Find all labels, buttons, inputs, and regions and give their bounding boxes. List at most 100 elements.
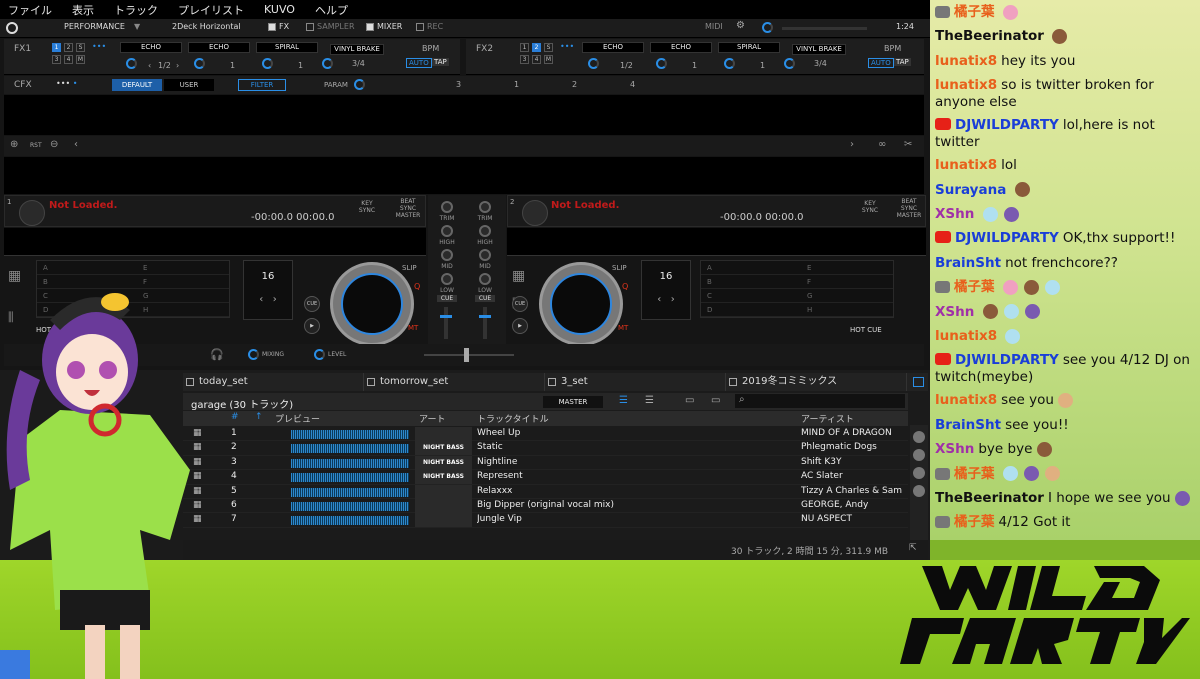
link-icon[interactable]: ∞ — [878, 139, 886, 150]
chat-username[interactable]: BrainSht — [935, 255, 1001, 271]
hotcue-b[interactable]: B — [707, 275, 807, 288]
mixer-ch1-low-knob[interactable] — [441, 273, 453, 285]
info-icon[interactable] — [913, 449, 925, 461]
chat-username[interactable]: XShn — [935, 441, 974, 457]
deck2-hotcue-label[interactable]: HOT CUE — [850, 326, 882, 334]
deck1-beatjump-arrows[interactable]: ‹ › — [244, 294, 292, 305]
fx2-ch4-button[interactable]: 4 — [532, 55, 541, 64]
track-preview-waveform[interactable] — [291, 473, 409, 483]
scroll-right-icon[interactable]: › — [850, 139, 854, 150]
mixer-ch2-low-knob[interactable] — [479, 273, 491, 285]
fx2-slot3[interactable]: SPIRAL — [718, 42, 780, 53]
track-preview-waveform[interactable] — [291, 430, 409, 439]
fx1-beat1-prev[interactable]: ‹ — [148, 61, 151, 70]
table-row[interactable]: ▦ 1 Wheel Up MIND OF A DRAGON — [183, 427, 908, 442]
mixer-ch1-mid-knob[interactable] — [441, 249, 453, 261]
hotcue-g[interactable]: G — [807, 289, 812, 302]
menu-help[interactable]: ヘルプ — [315, 2, 348, 18]
table-row[interactable]: ▦ 4 NIGHT BASS Represent AC Slater — [183, 470, 908, 485]
crossfader[interactable] — [424, 348, 514, 362]
fx2-ch3-button[interactable]: 3 — [520, 55, 529, 64]
cfx-param-knob[interactable] — [354, 79, 365, 90]
zoom-out-icon[interactable]: ⊖ — [50, 139, 58, 150]
chat-username[interactable]: XShn — [935, 206, 974, 222]
rec-toggle[interactable]: REC — [416, 22, 443, 31]
fx2-tap-button[interactable]: TAP — [894, 58, 911, 66]
sampler-toggle[interactable]: SAMPLER — [306, 22, 355, 31]
track-preview-waveform[interactable] — [291, 501, 409, 511]
chat-username[interactable]: 橘子葉 — [954, 4, 995, 20]
fx1-auto-button[interactable]: AUTO — [406, 58, 432, 68]
browser-layout-icon[interactable] — [913, 377, 924, 387]
mode-chevron-icon[interactable]: ▼ — [134, 22, 140, 31]
fx2-ch2-button[interactable]: 2 — [532, 43, 541, 52]
fx2-slot1[interactable]: ECHO — [582, 42, 644, 53]
deck2-key-sync[interactable]: KEY SYNC — [858, 200, 882, 214]
sort-arrow-icon[interactable]: ↑ — [255, 412, 263, 422]
master-select[interactable]: MASTER — [543, 396, 603, 408]
fx2-ch-m-button[interactable]: M — [544, 55, 553, 64]
fx2-slot2[interactable]: ECHO — [650, 42, 712, 53]
chat-username[interactable]: DJWILDPARTY — [955, 230, 1059, 246]
deck2-jog-wheel[interactable] — [539, 262, 623, 346]
fx2-knob2[interactable] — [656, 58, 667, 69]
chat-username[interactable]: 橘子葉 — [954, 279, 995, 295]
chat-username[interactable]: lunatix8 — [935, 53, 997, 69]
hotcue-a[interactable]: A — [707, 261, 807, 274]
chat-username[interactable]: BrainSht — [935, 417, 1001, 433]
fx2-more-icon[interactable]: ••• — [560, 42, 574, 51]
fx2-auto-button[interactable]: AUTO — [868, 58, 894, 68]
master-volume-knob[interactable] — [762, 22, 773, 33]
deck2-play-button[interactable]: ▶ — [512, 318, 528, 334]
menu-view[interactable]: 表示 — [72, 2, 94, 18]
search-input[interactable]: ⌕ — [735, 394, 905, 408]
fx1-more-icon[interactable]: ••• — [92, 42, 106, 51]
deck2-slip[interactable]: SLIP — [612, 264, 627, 272]
chat-username[interactable]: lunatix8 — [935, 157, 997, 173]
list-view-icon[interactable]: ☰ — [619, 395, 628, 406]
fx2-knob4[interactable] — [784, 58, 795, 69]
fx1-ch2-button[interactable]: 2 — [64, 43, 73, 52]
mixer-ch1-trim-knob[interactable] — [441, 201, 453, 213]
table-row[interactable]: ▦ 3 NIGHT BASS Nightline Shift K3Y — [183, 455, 908, 471]
col-preview[interactable]: プレビュー — [275, 412, 320, 425]
deck1-jog-wheel[interactable] — [330, 262, 414, 346]
table-row[interactable]: ▦ 5 Relaxxx Tizzy A Charles & Sam — [183, 484, 908, 499]
mixer-ch1-cue-button[interactable]: CUE — [437, 295, 457, 302]
tag-icon[interactable] — [913, 431, 925, 443]
settings-gear-icon[interactable]: ⚙ — [736, 20, 745, 31]
fx2-ch1-button[interactable]: 1 — [520, 43, 529, 52]
chat-username[interactable]: TheBeerinator — [935, 28, 1044, 44]
deck2-grid-icon[interactable]: ▦ — [512, 268, 525, 284]
deck2-quantize[interactable]: Q — [622, 282, 628, 291]
export-icon[interactable]: ⇱ — [909, 543, 917, 553]
deck2-cue-button[interactable]: CUE — [512, 296, 528, 312]
history-icon[interactable] — [913, 467, 925, 479]
fx1-beat1-next[interactable]: › — [176, 61, 179, 70]
deck1-slip[interactable]: SLIP — [402, 264, 417, 272]
table-row[interactable]: ▦ 7 Jungle Vip NU ASPECT — [183, 513, 908, 528]
fx-toggle[interactable]: FX — [268, 22, 289, 31]
mixer-ch2-cue-button[interactable]: CUE — [475, 295, 495, 302]
fx1-slot2[interactable]: ECHO — [188, 42, 250, 53]
tab-2019-comiket[interactable]: 2019冬コミミックス — [726, 373, 907, 391]
deck1-beat-sync[interactable]: BEAT SYNC MASTER — [393, 198, 423, 219]
tab-tomorrow-set[interactable]: tomorrow_set — [364, 373, 545, 391]
tab-3-set[interactable]: 3_set — [545, 373, 726, 391]
list-icon[interactable] — [913, 485, 925, 497]
mixing-knob[interactable] — [248, 349, 259, 360]
chat-username[interactable]: lunatix8 — [935, 328, 997, 344]
menu-track[interactable]: トラック — [114, 2, 158, 18]
detail-view-icon[interactable]: ☰ — [645, 395, 654, 406]
menu-playlist[interactable]: プレイリスト — [178, 2, 244, 18]
hotcue-f[interactable]: F — [807, 275, 811, 288]
fx1-ch1-button[interactable]: 1 — [52, 43, 61, 52]
deck1-cue-button[interactable]: CUE — [304, 296, 320, 312]
track-preview-waveform[interactable] — [291, 487, 409, 497]
fx1-ch-s-button[interactable]: S — [76, 43, 85, 52]
col-number[interactable]: # — [231, 412, 239, 422]
chat-username[interactable]: lunatix8 — [935, 77, 997, 93]
fx1-slot1[interactable]: ECHO — [120, 42, 182, 53]
fx1-slot4[interactable]: VINYL BRAKE — [330, 44, 384, 55]
scroll-left-icon[interactable]: ‹ — [74, 139, 78, 150]
